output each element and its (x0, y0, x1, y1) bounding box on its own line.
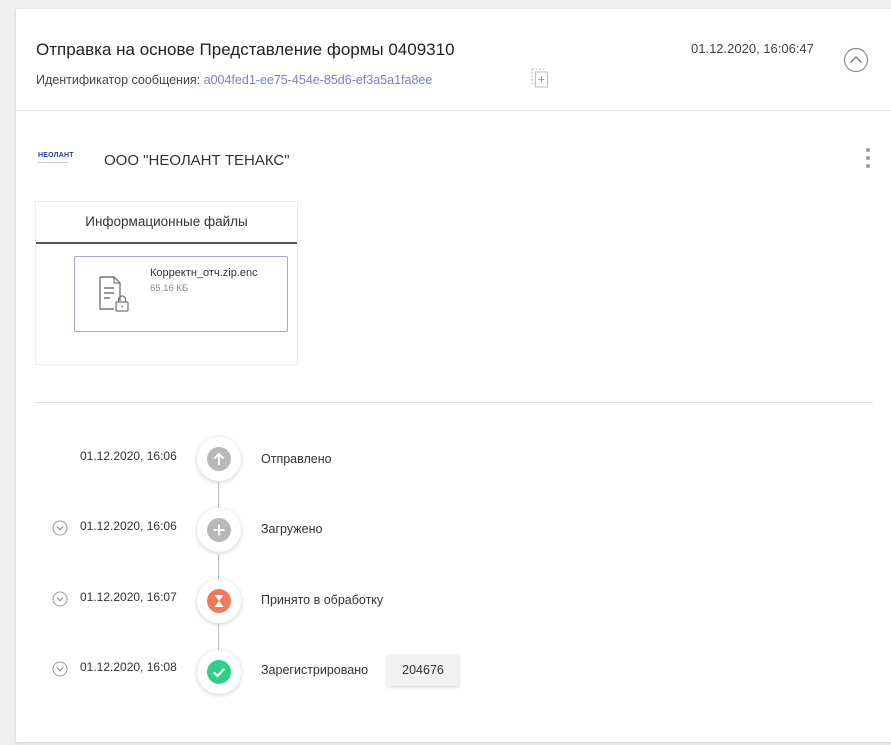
organization-name: ООО "НЕОЛАНТ ТЕНАКС" (104, 152, 290, 169)
copy-icon[interactable] (531, 68, 549, 88)
arrow-up-icon (213, 452, 225, 465)
chevron-down-icon[interactable] (52, 520, 68, 536)
file-size: 65.16 КБ (150, 283, 189, 294)
timeline-label: Принято в обработку (261, 593, 384, 607)
timeline-connector (218, 554, 219, 582)
timeline-label: Загружено (261, 522, 323, 536)
files-panel: Информационные файлы Корректн_отч.zip.en… (35, 201, 298, 365)
message-title: Отправка на основе Представление формы 0… (36, 40, 455, 59)
message-id-value[interactable]: a004fed1-ee75-454e-85d6-ef3a5a1fa8ee (204, 73, 433, 87)
registration-number-badge: 204676 (387, 655, 459, 686)
timeline-node-processing (197, 579, 241, 623)
chevron-up-icon[interactable] (843, 47, 869, 73)
organization-logo: НЕОЛАНТ (38, 152, 74, 163)
file-item[interactable]: Корректн_отч.zip.enc 65.16 КБ (74, 256, 288, 332)
timeline-node-sent (197, 437, 241, 481)
timeline-date: 01.12.2020, 16:06 (80, 519, 177, 533)
message-date: 01.12.2020, 16:06:47 (691, 41, 814, 56)
file-name: Корректн_отч.zip.enc (150, 267, 258, 279)
chevron-down-icon[interactable] (52, 591, 68, 607)
kebab-menu-icon[interactable] (862, 146, 874, 170)
timeline-date: 01.12.2020, 16:06 (80, 449, 177, 463)
timeline-node-registered (197, 650, 241, 694)
message-id: Идентификатор сообщения: a004fed1-ee75-4… (36, 73, 432, 87)
chevron-down-icon[interactable] (52, 661, 68, 677)
timeline-label: Зарегистрировано (261, 663, 369, 677)
message-id-label: Идентификатор сообщения: (36, 73, 204, 87)
timeline-node-uploaded (197, 508, 241, 552)
timeline-date: 01.12.2020, 16:07 (80, 590, 177, 604)
timeline-date: 01.12.2020, 16:08 (80, 660, 177, 674)
timeline-label: Отправлено (261, 452, 332, 466)
encrypted-file-icon (99, 276, 129, 312)
section-divider (35, 402, 873, 403)
message-card: Отправка на основе Представление формы 0… (16, 9, 891, 742)
plus-icon (213, 524, 225, 536)
tab-information-files[interactable]: Информационные файлы (36, 202, 297, 244)
check-icon (213, 667, 226, 678)
hourglass-icon (214, 595, 224, 607)
message-header: Отправка на основе Представление формы 0… (16, 9, 891, 111)
